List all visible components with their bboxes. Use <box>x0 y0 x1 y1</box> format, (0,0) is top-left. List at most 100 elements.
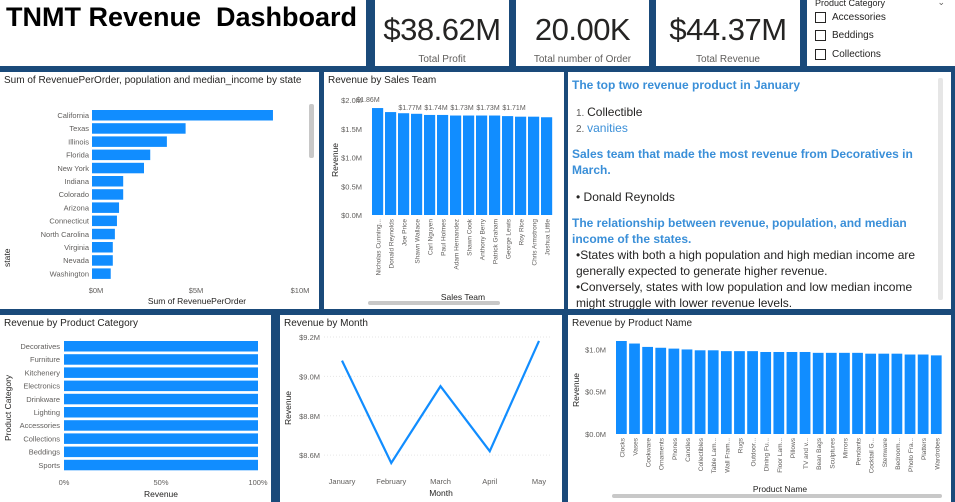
x-tick-label: Shawn Cook <box>467 218 474 256</box>
bar[interactable] <box>92 149 151 161</box>
card-total-profit[interactable]: $38.62M Total Profit <box>375 0 509 66</box>
bar[interactable] <box>707 350 719 434</box>
card-total-orders[interactable]: 20.00K Total number of Order <box>516 0 649 66</box>
bar[interactable] <box>64 380 258 392</box>
bar[interactable] <box>904 354 916 434</box>
scrollbar[interactable] <box>368 301 500 305</box>
bar[interactable] <box>865 353 877 434</box>
bar[interactable] <box>515 116 527 215</box>
bar[interactable] <box>92 228 115 240</box>
data-point[interactable] <box>340 359 344 363</box>
card-label: Total Profit <box>418 54 466 65</box>
bar[interactable] <box>92 215 117 227</box>
bar[interactable] <box>64 367 258 378</box>
bar[interactable] <box>668 348 680 434</box>
bar[interactable] <box>92 255 113 266</box>
scrollbar[interactable] <box>612 494 942 498</box>
bar[interactable] <box>760 351 772 434</box>
bar[interactable] <box>92 189 124 200</box>
y-tick-label: Lighting <box>34 408 60 417</box>
bar[interactable] <box>411 113 423 215</box>
bar[interactable] <box>616 341 627 434</box>
x-tick-label: Rugs <box>737 437 744 453</box>
bar[interactable] <box>92 123 186 134</box>
bar[interactable] <box>64 407 258 418</box>
data-point[interactable] <box>488 449 492 453</box>
bar[interactable] <box>917 354 929 434</box>
bar[interactable] <box>64 354 258 365</box>
bar[interactable] <box>528 116 540 215</box>
bar[interactable] <box>424 114 436 215</box>
product-name-chart[interactable]: Revenue by Product Name $0.0M $0.5M $1.0M C… <box>568 315 951 502</box>
bar[interactable] <box>642 346 653 434</box>
bar[interactable] <box>92 136 167 147</box>
y-tick-label: Arizona <box>64 203 90 212</box>
checkbox[interactable] <box>815 30 826 41</box>
bar[interactable] <box>92 162 144 174</box>
data-point[interactable] <box>439 384 443 388</box>
slicer-option-collections[interactable]: Collections <box>815 49 881 60</box>
bar[interactable] <box>64 459 258 471</box>
data-point[interactable] <box>389 461 393 465</box>
bar[interactable] <box>694 350 706 434</box>
data-label: $1.71M <box>502 105 526 112</box>
bar[interactable] <box>878 353 890 434</box>
bar[interactable] <box>799 351 811 434</box>
product-category-slicer[interactable]: Product Category ⌄ Accessories Beddings … <box>807 0 955 66</box>
chevron-down-icon[interactable]: ⌄ <box>937 0 945 8</box>
category-bar-chart-svg: Decoratives Furniture Kitchenery Electronic… <box>3 341 268 499</box>
checkbox[interactable] <box>815 49 826 60</box>
bar[interactable] <box>64 341 258 352</box>
x-tick-label: Joe Price <box>402 219 409 246</box>
bar[interactable] <box>786 351 798 434</box>
bar[interactable] <box>681 349 693 434</box>
bar[interactable] <box>64 393 258 405</box>
month-revenue-chart[interactable]: Revenue by Month $8.6M $8.8M $9.0M $9.2M Jan… <box>280 315 562 502</box>
data-point[interactable] <box>537 339 541 343</box>
bar[interactable] <box>463 115 475 215</box>
bar[interactable] <box>92 202 120 213</box>
bar[interactable] <box>437 114 449 215</box>
slicer-option-beddings[interactable]: Beddings <box>815 30 874 41</box>
bar[interactable] <box>385 112 397 215</box>
bar[interactable] <box>502 116 514 215</box>
bar[interactable] <box>541 117 553 215</box>
card-total-revenue[interactable]: $44.37M Total Revenue <box>656 0 800 66</box>
bar[interactable] <box>773 351 785 434</box>
card-label: Total number of Order <box>533 54 632 65</box>
sales-team-chart[interactable]: Revenue by Sales Team $0.0M $0.5M $1.0M $1.… <box>324 72 564 309</box>
bar[interactable] <box>747 351 758 434</box>
bar[interactable] <box>930 355 942 434</box>
bar[interactable] <box>64 420 258 431</box>
bar[interactable] <box>64 446 258 458</box>
slicer-option-accessories[interactable]: Accessories <box>815 12 886 23</box>
scrollbar-track[interactable] <box>938 78 943 300</box>
bar[interactable] <box>825 352 837 434</box>
bar[interactable] <box>891 353 903 434</box>
bar[interactable] <box>812 352 824 434</box>
bar[interactable] <box>64 433 258 444</box>
bar[interactable] <box>629 343 640 434</box>
checkbox[interactable] <box>815 12 826 23</box>
x-tick-label: April <box>482 477 497 486</box>
bar[interactable] <box>476 115 488 215</box>
bar[interactable] <box>655 347 667 434</box>
bar[interactable] <box>720 351 732 434</box>
y-tick-label: Collections <box>23 434 60 443</box>
scrollbar[interactable] <box>309 104 314 158</box>
bar[interactable] <box>372 108 384 215</box>
bar[interactable] <box>398 113 410 215</box>
bar[interactable] <box>92 242 113 253</box>
bar[interactable] <box>839 352 850 434</box>
bar[interactable] <box>852 352 863 434</box>
bar[interactable] <box>92 268 111 279</box>
product-category-chart[interactable]: Revenue by Product Category Decoratives F… <box>0 315 271 502</box>
y-tick-label: Illinois <box>68 137 89 146</box>
bar[interactable] <box>489 115 501 215</box>
bar[interactable] <box>92 110 273 121</box>
state-revenue-chart[interactable]: Sum of RevenuePerOrder, population and m… <box>0 72 319 309</box>
bar[interactable] <box>734 351 745 434</box>
y-tick-label: Electronics <box>23 382 60 391</box>
bar[interactable] <box>92 176 124 187</box>
bar[interactable] <box>450 115 462 215</box>
